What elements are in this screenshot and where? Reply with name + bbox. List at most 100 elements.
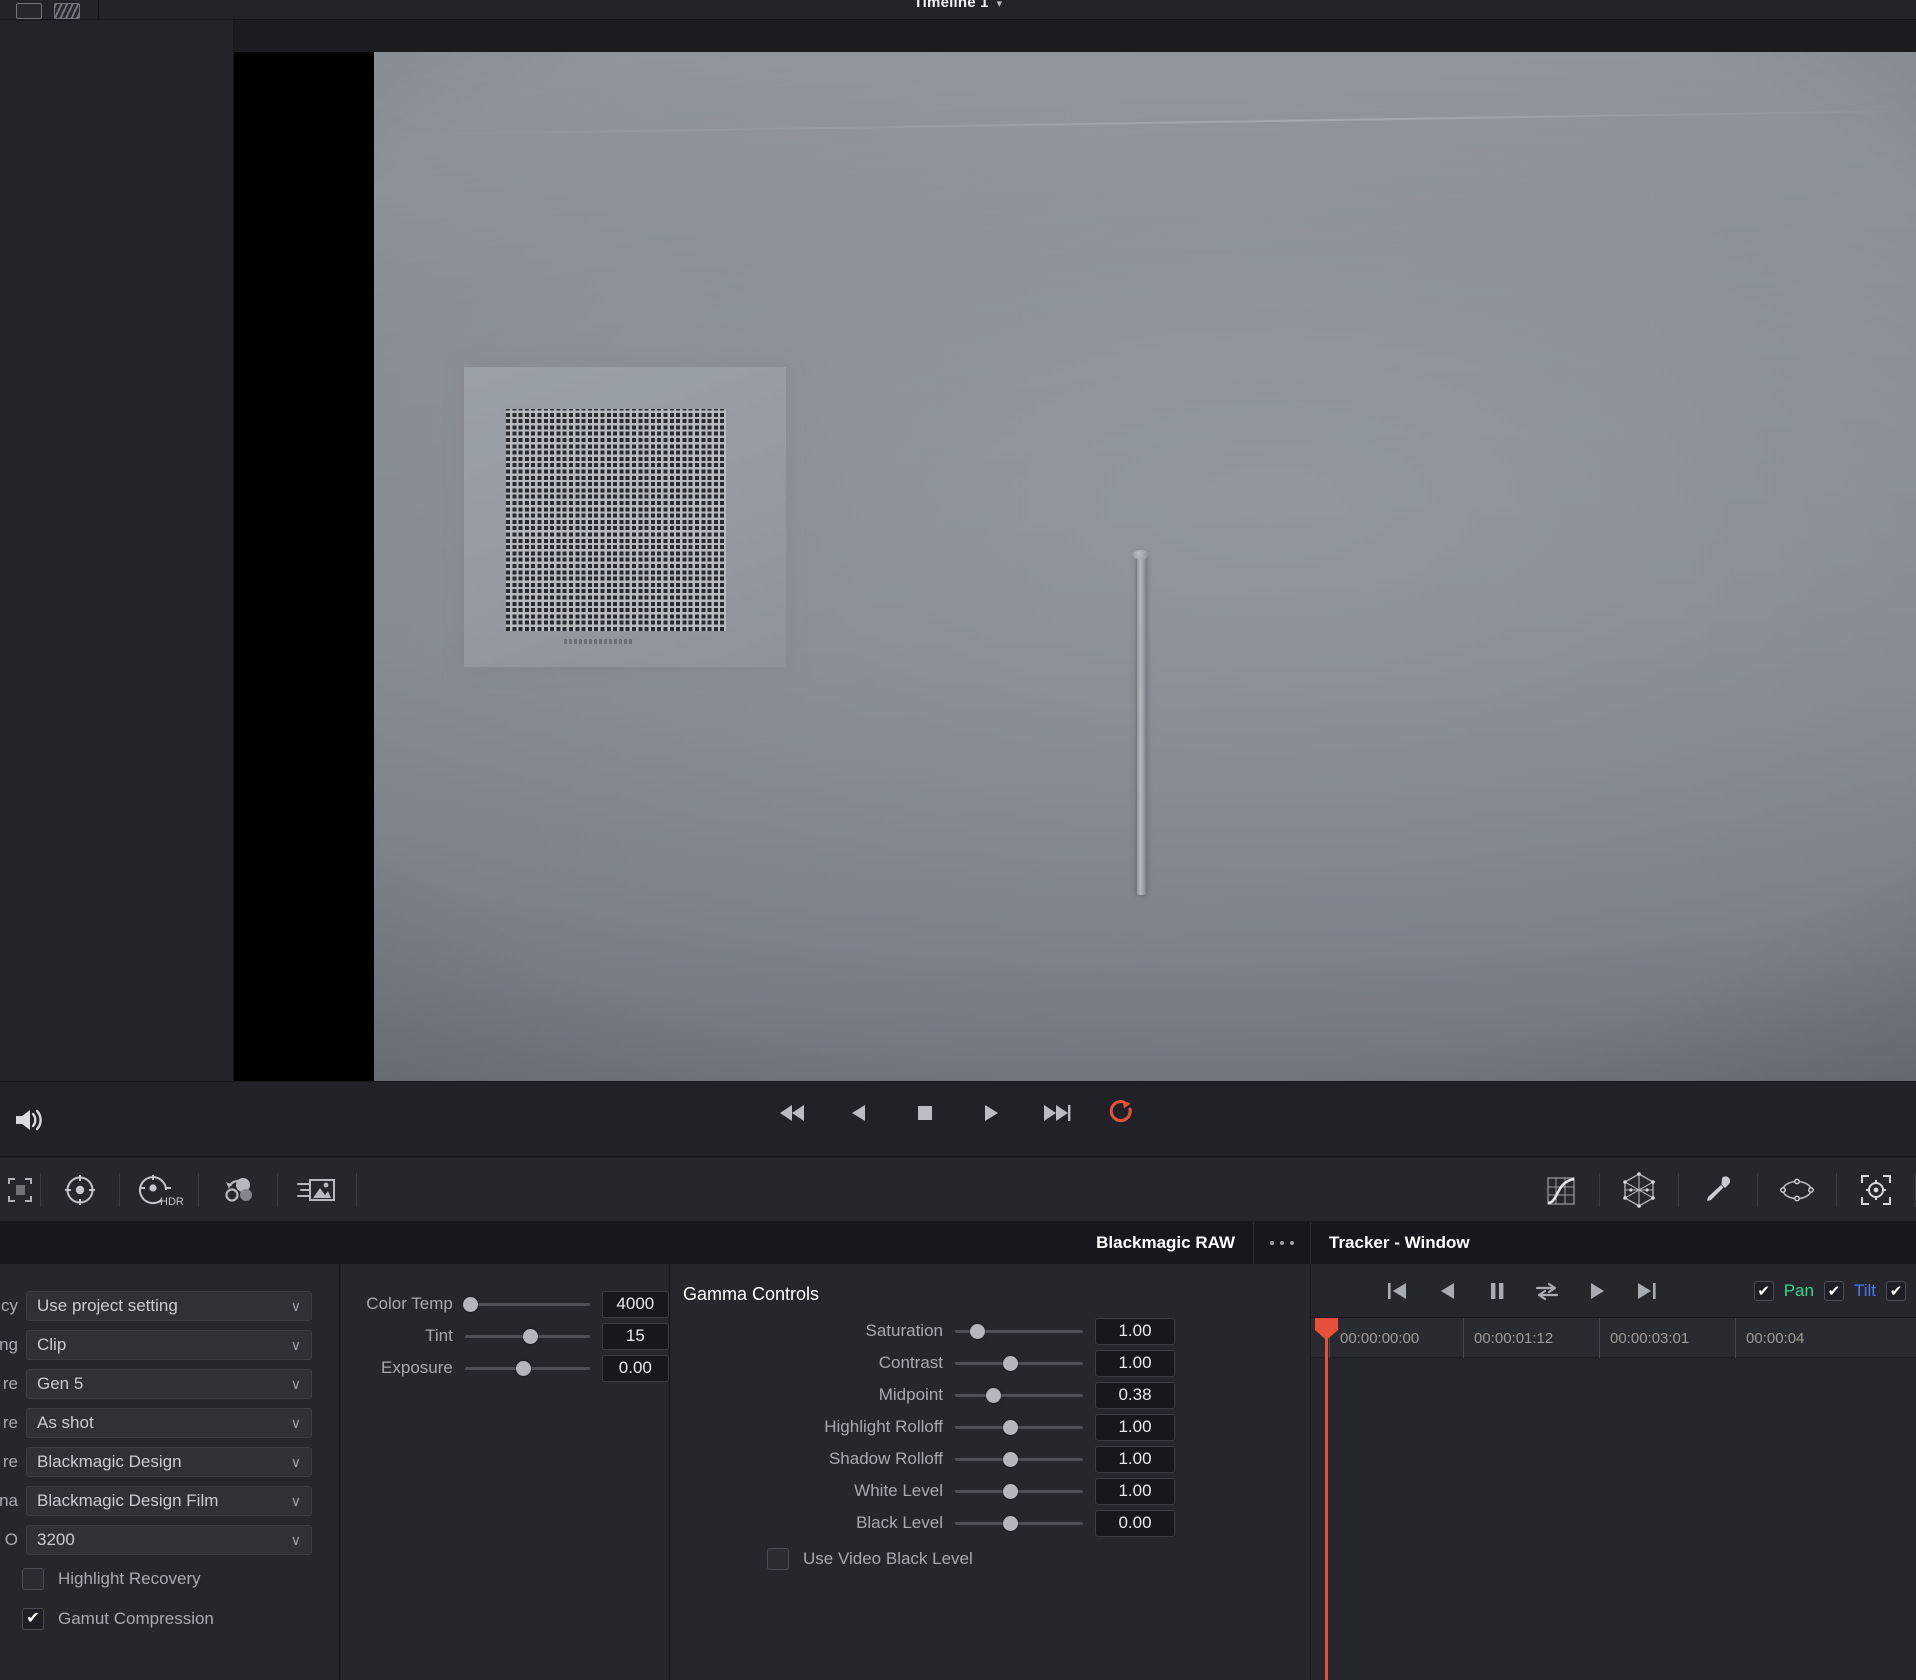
contrast-value-field[interactable]: 1.00 — [1095, 1349, 1175, 1377]
color-space-select[interactable]: Blackmagic Design ∨ — [26, 1446, 312, 1477]
decode-quality-select[interactable]: Use project setting ∨ — [26, 1290, 312, 1321]
tracker-tilt-checkbox-row[interactable]: ✔ Tilt — [1823, 1281, 1886, 1301]
gamma-select[interactable]: Blackmagic Design Film ∨ — [26, 1485, 312, 1516]
highlight-rolloff-value-field[interactable]: 1.00 — [1095, 1413, 1175, 1441]
highlight-recovery-checkbox[interactable] — [22, 1568, 44, 1590]
black-level-value-field[interactable]: 0.00 — [1095, 1509, 1175, 1537]
color-wheel-target-icon[interactable] — [41, 1158, 119, 1222]
chevron-down-icon[interactable]: ∨ — [291, 1298, 301, 1315]
chevron-down-icon[interactable]: ∨ — [291, 1532, 301, 1549]
color-temp-slider-knob[interactable] — [462, 1296, 478, 1312]
tracker-zoom-checkbox-row[interactable]: ✔ — [1886, 1281, 1916, 1301]
ellipsis-icon[interactable] — [1253, 1222, 1311, 1264]
exposure-value-field[interactable]: 0.00 — [601, 1354, 670, 1382]
midpoint-slider-track[interactable] — [955, 1393, 1083, 1397]
black-level-slider[interactable] — [955, 1513, 1083, 1533]
tracker-playhead[interactable] — [1315, 1318, 1338, 1680]
clip-bounds-icon[interactable] — [0, 1158, 40, 1222]
iso-select-label: O — [4, 1529, 18, 1549]
tracker-zoom-checkbox[interactable]: ✔ — [1886, 1281, 1906, 1301]
white-level-value-field[interactable]: 1.00 — [1095, 1477, 1175, 1505]
shadow-rolloff-slider-track[interactable] — [955, 1457, 1083, 1461]
shadow-rolloff-slider-knob[interactable] — [1003, 1451, 1019, 1467]
tracker-pan-checkbox[interactable]: ✔ — [1753, 1281, 1774, 1301]
contrast-slider-track[interactable] — [955, 1361, 1083, 1365]
saturation-slider-knob[interactable] — [969, 1323, 985, 1339]
saturation-value-field[interactable]: 1.00 — [1095, 1317, 1175, 1345]
color-temp-slider[interactable] — [462, 1294, 590, 1314]
exposure-slider-knob[interactable] — [516, 1360, 532, 1376]
chevron-down-icon[interactable]: ∨ — [291, 1337, 301, 1354]
hdr-wheels-icon[interactable]: HDR — [120, 1158, 198, 1222]
tint-slider-knob[interactable] — [522, 1328, 538, 1344]
tracker-jump-start-button[interactable] — [1383, 1277, 1411, 1305]
contrast-slider-knob[interactable] — [1003, 1355, 1019, 1371]
jump-to-start-button[interactable] — [776, 1096, 810, 1130]
saturation-slider[interactable] — [955, 1321, 1083, 1341]
highlight-rolloff-slider[interactable] — [955, 1417, 1083, 1437]
stop-button[interactable] — [908, 1096, 942, 1130]
motion-effects-icon[interactable] — [278, 1158, 356, 1222]
color-warper-icon[interactable] — [1600, 1158, 1678, 1222]
black-level-slider-knob[interactable] — [1003, 1515, 1019, 1531]
iso-select[interactable]: 3200 ∨ — [26, 1524, 312, 1555]
tracker-track-forward-button[interactable] — [1583, 1277, 1611, 1305]
rgb-mixer-icon[interactable] — [199, 1158, 277, 1222]
black-level-slider-track[interactable] — [955, 1521, 1083, 1525]
highlight-recovery-checkbox-label: Highlight Recovery — [58, 1569, 201, 1588]
play-button[interactable] — [974, 1096, 1008, 1130]
midpoint-value-field[interactable]: 0.38 — [1095, 1381, 1175, 1409]
tracker-track-reverse-button[interactable] — [1433, 1277, 1461, 1305]
timeline-title[interactable]: Timeline 1 ▾ — [0, 0, 1916, 11]
tracker-icon[interactable] — [1837, 1158, 1915, 1222]
white-level-slider-track[interactable] — [955, 1489, 1083, 1493]
color-temp-value-field[interactable]: 4000 — [601, 1290, 670, 1318]
tracker-tilt-checkbox[interactable]: ✔ — [1823, 1281, 1844, 1301]
power-window-icon[interactable] — [1758, 1158, 1836, 1222]
white-level-slider-knob[interactable] — [1003, 1483, 1019, 1499]
tracker-pause-button[interactable] — [1483, 1277, 1511, 1305]
chevron-down-icon[interactable]: ∨ — [291, 1415, 301, 1432]
color-temp-slider-track[interactable] — [464, 1302, 590, 1306]
decode-using-select[interactable]: Clip ∨ — [26, 1329, 312, 1360]
gamut-compression-checkbox[interactable]: ✔ — [22, 1608, 44, 1630]
tint-value-field[interactable]: 15 — [601, 1322, 670, 1350]
tracker-pan-checkbox-row[interactable]: ✔ Pan — [1753, 1281, 1824, 1301]
loop-button[interactable] — [1106, 1096, 1140, 1130]
jump-to-end-button[interactable] — [1040, 1096, 1074, 1130]
tracker-jump-end-button[interactable] — [1633, 1277, 1661, 1305]
white-balance-select[interactable]: As shot ∨ — [26, 1407, 312, 1438]
shadow-rolloff-slider[interactable] — [955, 1449, 1083, 1469]
white-level-slider-row: White Level 1.00 — [671, 1475, 1310, 1507]
shadow-rolloff-value-field[interactable]: 1.00 — [1095, 1445, 1175, 1473]
tracker-timeline-ruler[interactable]: 00:00:00:00 00:00:01:12 00:00:03:01 00:00:0… — [1311, 1318, 1916, 1358]
midpoint-slider-knob[interactable] — [986, 1387, 1002, 1403]
viewer-canvas[interactable] — [234, 52, 1916, 1081]
gamut-compression-checkbox-row[interactable]: ✔ Gamut Compression — [0, 1599, 339, 1639]
highlight-recovery-checkbox-row[interactable]: Highlight Recovery — [0, 1559, 339, 1599]
color-page-tool-strip: HDR — [0, 1158, 1916, 1222]
chevron-down-icon[interactable]: ∨ — [291, 1493, 301, 1510]
highlight-rolloff-slider-track[interactable] — [955, 1425, 1083, 1429]
tracker-timeline-body[interactable] — [1311, 1358, 1916, 1680]
iso-select-value: 3200 — [37, 1529, 75, 1549]
midpoint-slider[interactable] — [955, 1385, 1083, 1405]
tracker-timeline[interactable]: 00:00:00:00 00:00:01:12 00:00:03:01 00:00:0… — [1311, 1318, 1916, 1680]
highlight-rolloff-slider-knob[interactable] — [1003, 1419, 1019, 1435]
color-science-select[interactable]: Gen 5 ∨ — [26, 1368, 312, 1399]
chevron-down-icon[interactable]: ∨ — [291, 1376, 301, 1393]
use-video-black-level-checkbox[interactable] — [767, 1548, 789, 1570]
use-video-black-level-checkbox-row[interactable]: Use Video Black Level — [671, 1539, 1310, 1579]
curves-icon[interactable] — [1521, 1158, 1599, 1222]
tracker-track-both-button[interactable] — [1533, 1277, 1561, 1305]
white-level-slider[interactable] — [955, 1481, 1083, 1501]
play-reverse-button[interactable] — [842, 1096, 876, 1130]
contrast-slider[interactable] — [955, 1353, 1083, 1373]
chevron-down-icon[interactable]: ▾ — [997, 0, 1003, 10]
exposure-slider[interactable] — [464, 1358, 590, 1378]
timecode-tick: 00:00:03:01 — [1599, 1318, 1689, 1358]
tint-slider[interactable] — [464, 1326, 590, 1346]
contrast-slider-label: Contrast — [878, 1353, 943, 1372]
qualifier-eyedropper-icon[interactable] — [1679, 1158, 1757, 1222]
chevron-down-icon[interactable]: ∨ — [291, 1454, 301, 1471]
